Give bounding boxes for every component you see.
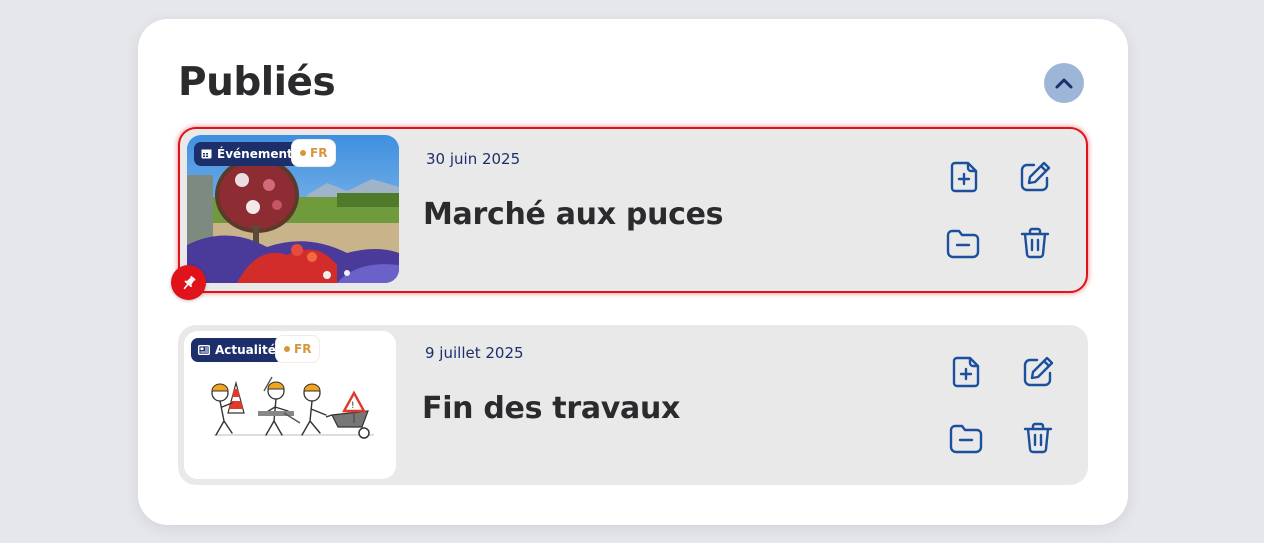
edit-button[interactable]: [1018, 352, 1058, 392]
calendar-icon: [201, 149, 212, 159]
type-label: Événement: [217, 146, 293, 161]
language-badge: FR: [292, 139, 336, 166]
content-card[interactable]: ! Actualité FR 9 juillet 2025 Fin des tr…: [178, 325, 1088, 485]
edit-button[interactable]: [1015, 157, 1055, 197]
language-label: FR: [310, 145, 328, 160]
chevron-up-icon: [1055, 78, 1073, 89]
archive-folder-icon: [949, 424, 983, 454]
language-badge: FR: [276, 336, 320, 362]
pin-badge[interactable]: [171, 265, 206, 300]
archive-button[interactable]: [946, 418, 986, 458]
language-label: FR: [294, 342, 312, 356]
item-title[interactable]: Fin des travaux: [422, 391, 680, 426]
archive-button[interactable]: [943, 223, 983, 263]
type-badge: Événement: [194, 141, 300, 166]
section-title: Publiés: [178, 60, 336, 105]
trash-icon: [1023, 422, 1053, 454]
collapse-button[interactable]: [1044, 63, 1084, 103]
newspaper-icon: [198, 345, 210, 355]
add-document-icon: [952, 356, 980, 388]
thumbnail-image: ! Actualité FR: [184, 331, 396, 479]
archive-folder-icon: [946, 229, 980, 259]
delete-button[interactable]: [1018, 418, 1058, 458]
edit-icon: [1023, 356, 1054, 387]
content-card[interactable]: Événement FR 30 juin 2025 Marché aux puc…: [178, 127, 1088, 293]
item-date: 9 juillet 2025: [425, 344, 524, 362]
add-document-icon: [950, 161, 978, 193]
pin-icon: [183, 275, 195, 289]
item-date: 30 juin 2025: [426, 150, 521, 168]
published-panel: Publiés Événement FR 30 juin 2025 Marché…: [138, 19, 1128, 525]
trash-icon: [1020, 227, 1050, 259]
item-title[interactable]: Marché aux puces: [423, 197, 724, 232]
type-label: Actualité: [215, 343, 276, 357]
type-badge: Actualité: [191, 338, 283, 362]
duplicate-button[interactable]: [946, 352, 986, 392]
language-dot: [284, 346, 290, 352]
language-dot: [300, 149, 306, 156]
edit-icon: [1020, 161, 1051, 192]
svg-text:!: !: [351, 401, 355, 411]
thumbnail-image: Événement FR: [187, 134, 399, 283]
delete-button[interactable]: [1015, 223, 1055, 263]
duplicate-button[interactable]: [944, 157, 984, 197]
